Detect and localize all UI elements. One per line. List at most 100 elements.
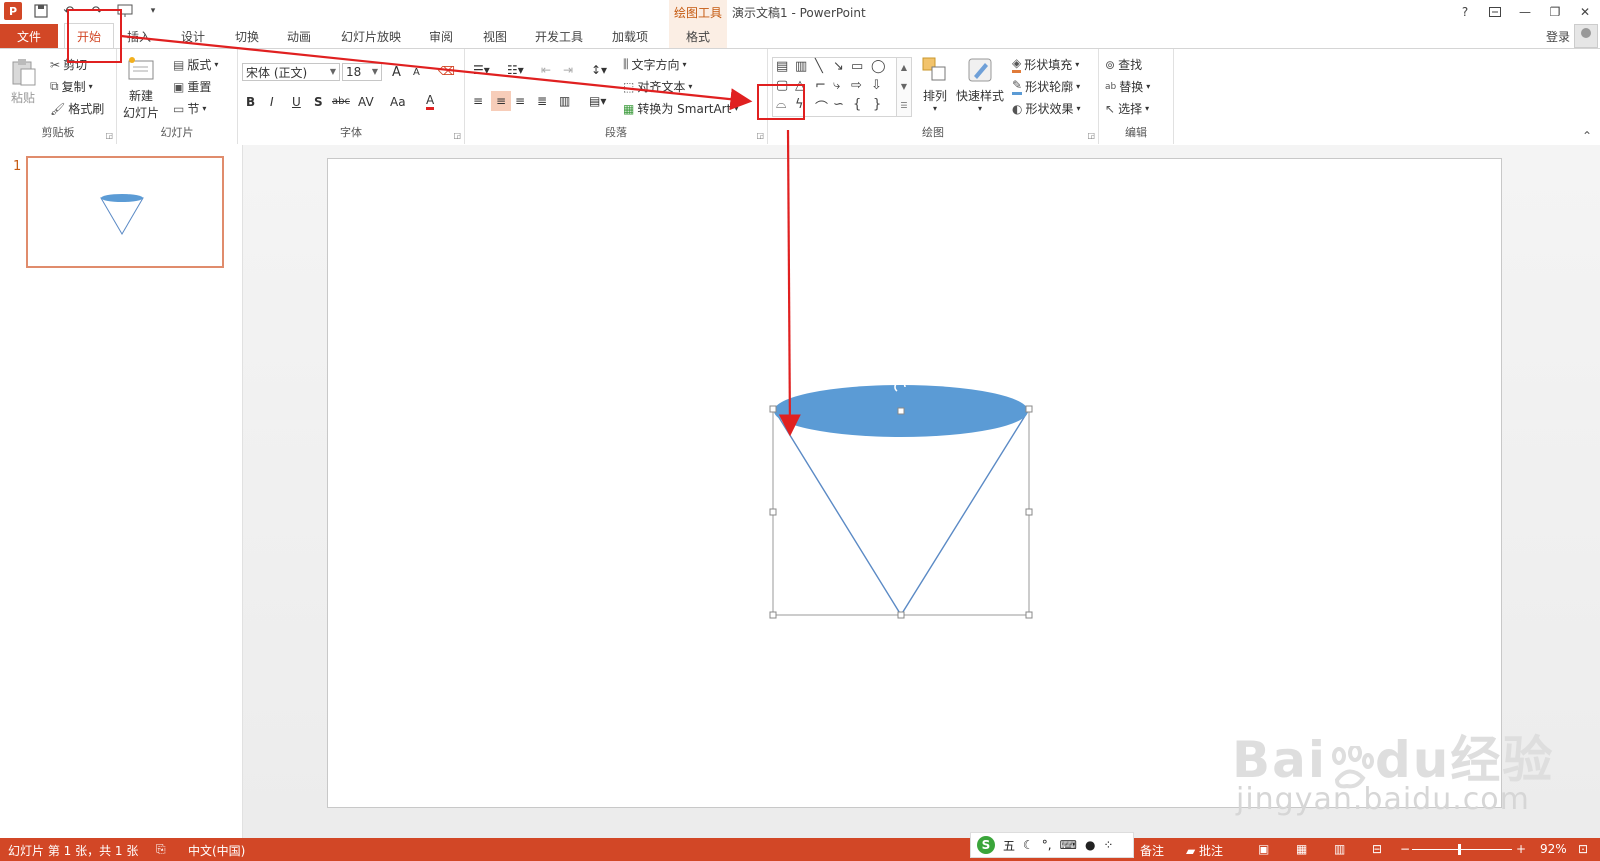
restore-button[interactable]: ❐ xyxy=(1540,0,1570,24)
tab-slideshow[interactable]: 幻灯片放映 xyxy=(334,24,408,48)
grow-font-button[interactable]: A xyxy=(392,65,401,80)
slide-thumbnail[interactable] xyxy=(26,156,224,268)
right-brace-shape-icon[interactable]: } xyxy=(873,97,881,112)
zoom-level[interactable]: 92% xyxy=(1540,842,1567,856)
tab-addins[interactable]: 加载项 xyxy=(604,24,656,48)
format-painter-button[interactable]: 🖌 格式刷 xyxy=(50,100,104,117)
distributed-icon[interactable]: ▥ xyxy=(559,94,570,108)
align-left-icon[interactable]: ≡ xyxy=(473,94,483,108)
textbox-shape-icon[interactable]: ▤ xyxy=(776,59,788,74)
apps-icon[interactable]: ⁘ xyxy=(1103,838,1113,852)
tab-developer[interactable]: 开发工具 xyxy=(528,24,590,48)
cone-lines[interactable] xyxy=(774,410,1029,617)
bold-button[interactable]: B xyxy=(246,95,255,109)
collapse-ribbon-icon[interactable]: ⌃ xyxy=(1582,129,1592,143)
undo-icon[interactable]: ↶ xyxy=(60,2,78,20)
layout-button[interactable]: ▤ 版式 ▾ xyxy=(173,56,218,73)
align-text-button[interactable]: ⬚ 对齐文本 ▾ xyxy=(623,78,692,95)
zoom-in-button[interactable]: + xyxy=(1516,842,1526,856)
comments-button[interactable]: ▰ 批注 xyxy=(1186,842,1223,859)
scribble-shape-icon[interactable]: ϟ xyxy=(795,97,804,112)
arc-shape-icon[interactable]: ⌒ xyxy=(815,97,828,116)
section-button[interactable]: ▭ 节 ▾ xyxy=(173,100,206,117)
quick-styles-button[interactable]: 快速样式 ▾ xyxy=(956,55,1004,113)
strikethrough-button[interactable]: abc xyxy=(332,96,350,107)
zoom-out-button[interactable]: − xyxy=(1400,842,1410,856)
start-slideshow-icon[interactable] xyxy=(116,2,134,20)
language-indicator[interactable]: 中文(中国) xyxy=(188,842,245,859)
user-icon[interactable]: ● xyxy=(1085,838,1095,852)
tab-design[interactable]: 设计 xyxy=(172,24,214,48)
line-spacing-icon[interactable]: ↕▾ xyxy=(591,63,607,77)
tab-animations[interactable]: 动画 xyxy=(278,24,320,48)
down-arrow-shape-icon[interactable]: ⇩ xyxy=(871,78,882,93)
ime-toolbar[interactable]: S 五 ☾ °, ⌨ ● ⁘ xyxy=(970,832,1134,858)
dialog-launcher-icon[interactable]: ◲ xyxy=(756,131,764,140)
replace-button[interactable]: ab 替换 ▾ xyxy=(1105,78,1150,95)
align-right-icon[interactable]: ≡ xyxy=(515,94,525,108)
punctuation-icon[interactable]: °, xyxy=(1042,838,1052,852)
keyboard-icon[interactable]: ⌨ xyxy=(1060,838,1077,852)
tab-transitions[interactable]: 切换 xyxy=(226,24,268,48)
shape-effects-button[interactable]: ◐ 形状效果 ▾ xyxy=(1012,100,1081,117)
change-case-button[interactable]: Aa xyxy=(390,95,406,109)
tab-insert[interactable]: 插入 xyxy=(118,24,160,48)
fit-slide-icon[interactable]: ⊡ xyxy=(1578,842,1588,856)
elbow-connector-shape-icon[interactable]: ⌐ xyxy=(815,78,826,93)
save-icon[interactable] xyxy=(32,2,50,20)
tab-review[interactable]: 审阅 xyxy=(420,24,462,48)
minimize-button[interactable]: — xyxy=(1510,0,1540,24)
slideshow-view-icon[interactable]: ⊟ xyxy=(1372,842,1382,856)
chevron-up-icon[interactable]: ▲ xyxy=(897,58,911,77)
moon-icon[interactable]: ☾ xyxy=(1023,838,1034,852)
numbering-icon[interactable]: ☷▾ xyxy=(507,63,524,77)
ime-mode[interactable]: 五 xyxy=(1003,837,1015,854)
triangle-shape-icon[interactable]: △ xyxy=(795,78,805,93)
chevron-down-icon[interactable]: ▼ xyxy=(897,77,911,96)
slide-sorter-icon[interactable]: ▦ xyxy=(1296,842,1307,856)
columns-icon[interactable]: ▤▾ xyxy=(589,94,606,108)
new-slide-button[interactable]: 新建 幻灯片 xyxy=(123,55,159,121)
select-button[interactable]: ↖ 选择 ▾ xyxy=(1105,100,1149,117)
vertical-textbox-shape-icon[interactable]: ▥ xyxy=(795,59,807,74)
tab-home[interactable]: 开始 xyxy=(64,23,114,49)
rounded-rect-shape-icon[interactable]: ▢ xyxy=(776,78,788,93)
arrange-button[interactable]: 排列 ▾ xyxy=(920,55,950,113)
help-button[interactable]: ? xyxy=(1450,0,1480,24)
dialog-launcher-icon[interactable]: ◲ xyxy=(453,131,461,140)
font-size-combo[interactable]: 18 ▼ xyxy=(342,63,382,81)
login-link[interactable]: 登录 xyxy=(1546,28,1570,45)
shapes-gallery[interactable]: ▤ ▥ ╲ ↘ ▭ ◯ ▢ △ ⌐ ⤷ ⇨ ⇩ ⌓ ϟ ⌒ ∽ { } ▲ ▼ ☰ xyxy=(772,57,912,117)
char-spacing-button[interactable]: AV xyxy=(358,95,374,109)
underline-button[interactable]: U xyxy=(292,95,301,109)
convert-smartart-button[interactable]: ▦ 转换为 SmartArt ▾ xyxy=(623,100,738,117)
text-direction-button[interactable]: ⫼ 文字方向 ▾ xyxy=(623,56,687,73)
elbow-arrow-shape-icon[interactable]: ⤷ xyxy=(833,78,840,93)
line-shape-icon[interactable]: ╲ xyxy=(815,59,823,74)
tab-format[interactable]: 格式 xyxy=(669,24,727,48)
justify-icon[interactable]: ≣ xyxy=(537,94,547,108)
notes-button[interactable]: 备注 xyxy=(1140,842,1164,859)
dialog-launcher-icon[interactable]: ◲ xyxy=(1087,131,1095,140)
align-center-icon[interactable]: ≡ xyxy=(491,91,511,111)
copy-button[interactable]: ⧉ 复制 ▾ xyxy=(50,78,93,95)
oval-shape-icon[interactable]: ◯ xyxy=(871,59,886,74)
zoom-slider[interactable] xyxy=(1412,849,1512,850)
redo-icon[interactable]: ↷ xyxy=(88,2,106,20)
gallery-scroll[interactable]: ▲ ▼ ☰ xyxy=(896,58,911,116)
freeform-shape-icon[interactable]: ⌓ xyxy=(776,97,786,112)
tab-view[interactable]: 视图 xyxy=(474,24,516,48)
bullets-icon[interactable]: ☰▾ xyxy=(473,63,490,77)
shadow-button[interactable]: S xyxy=(314,95,323,109)
shape-fill-button[interactable]: ◈ 形状填充 ▾ xyxy=(1012,56,1079,73)
normal-view-icon[interactable]: ▣ xyxy=(1258,842,1269,856)
slide-canvas[interactable] xyxy=(327,158,1502,808)
more-icon[interactable]: ☰ xyxy=(897,96,911,115)
decrease-indent-icon[interactable]: ⇤ xyxy=(541,63,551,77)
spellcheck-icon[interactable]: ⎘ xyxy=(156,842,166,857)
resize-handles[interactable] xyxy=(769,405,1033,619)
find-button[interactable]: ⊚ 查找 xyxy=(1105,56,1142,73)
shrink-font-button[interactable]: A xyxy=(413,67,420,78)
paste-button[interactable]: 粘贴 xyxy=(8,57,38,106)
tab-file[interactable]: 文件 xyxy=(0,24,58,48)
